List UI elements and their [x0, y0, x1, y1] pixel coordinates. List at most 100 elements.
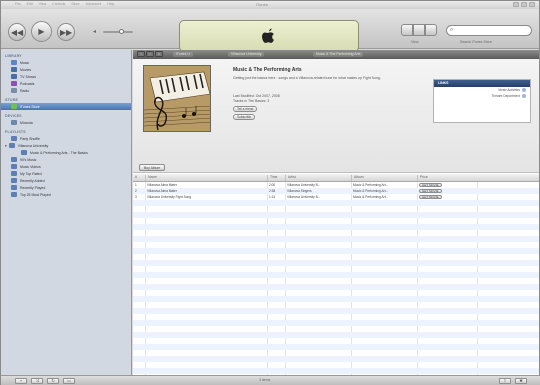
sidebar-item-recently-added[interactable]: Recently Added [1, 177, 131, 184]
show-artwork-button[interactable]: ▭ [63, 378, 75, 384]
sidebar-item-podcasts[interactable]: Podcasts [1, 80, 131, 87]
equalizer-button[interactable]: ≡ [499, 378, 511, 384]
coverflow-view-button[interactable] [425, 24, 437, 36]
sidebar-item-recently-played[interactable]: Recently Played [1, 184, 131, 191]
breadcrumb-itunes-u[interactable]: iTunes U [173, 52, 193, 57]
menu-item-view[interactable]: View [39, 2, 47, 6]
list-view-button[interactable] [401, 24, 413, 36]
get-movie-button[interactable]: GET MOVIE [419, 195, 442, 199]
tv-icon [11, 74, 17, 79]
folder-icon [8, 143, 15, 148]
sidebar-section-playlists: PLAYLISTS [5, 130, 26, 134]
view-switcher [401, 24, 437, 36]
maximize-button[interactable] [521, 2, 527, 7]
forward-arrow-button[interactable]: › [146, 51, 154, 57]
source-sidebar: LIBRARY Music Movies TV Shows Podcasts Radio S… [1, 50, 132, 375]
play-button[interactable]: ▶ [31, 21, 52, 42]
repeat-button[interactable]: ↻ [47, 378, 59, 384]
film-icon [11, 67, 17, 72]
sidebar-item-label: 90's Music [20, 157, 37, 162]
sidebar-item-itunes-store[interactable]: iTunes Store [1, 103, 131, 110]
smart-playlist-icon [11, 164, 17, 169]
sidebar-item-villanova-university[interactable]: ▾ Villanova University [1, 142, 131, 149]
breadcrumb-villanova[interactable]: Villanova University [228, 52, 265, 57]
arrow-circle-icon [522, 88, 526, 92]
search-label: Search iTunes Store [460, 40, 492, 44]
sidebar-item-label: Movies [20, 67, 32, 72]
get-movie-button[interactable]: GET MOVIE [419, 183, 442, 187]
back-arrow-button[interactable]: ‹ [137, 51, 145, 57]
radio-antenna-icon [11, 88, 17, 93]
sidebar-item-music-videos[interactable]: Music Videos [1, 163, 131, 170]
sidebar-item-party-shuffle[interactable]: Party Shuffle [1, 135, 131, 142]
title-bar: File Edit View Controls Store Advanced Help iT… [1, 1, 539, 9]
visualizer-button[interactable]: ✱ [515, 378, 527, 384]
sidebar-item-radio[interactable]: Radio [1, 87, 131, 94]
links-header: LINKS [434, 80, 530, 87]
minimize-button[interactable] [513, 2, 519, 7]
sidebar-item-my-top-rated[interactable]: My Top Rated [1, 170, 131, 177]
sidebar-item-label: Villanova University [17, 143, 49, 148]
add-playlist-button[interactable]: + [15, 378, 27, 384]
podcast-icon [11, 81, 17, 86]
item-count: 3 items [259, 378, 271, 382]
column-album[interactable]: Album [351, 175, 364, 181]
volume-track [103, 31, 133, 33]
sidebar-item-90-s-music[interactable]: 90's Music [1, 156, 131, 163]
buy-all-button[interactable]: Buy Album [139, 164, 166, 171]
previous-track-button[interactable]: ◀◀ [8, 23, 26, 41]
sidebar-item-label: Miranda [20, 120, 33, 125]
home-button[interactable]: ⌂ [155, 51, 163, 57]
menu-item-help[interactable]: Help [107, 2, 114, 6]
close-button[interactable] [529, 2, 535, 7]
store-navigation-bar: ‹ › ⌂ iTunes U Villanova University Musi… [133, 50, 539, 59]
smart-playlist-icon [11, 192, 17, 197]
shuffle-button[interactable]: ⤨ [31, 378, 43, 384]
music-note-icon [11, 60, 17, 65]
links-box: LINKS Music Activities Theatre Departmen… [433, 79, 531, 123]
subscribe-button[interactable]: Subscribe [233, 114, 256, 120]
tell-a-friend-button[interactable]: Tell a friend [233, 106, 258, 112]
volume-slider[interactable]: ◂ [93, 29, 139, 35]
sidebar-item-tv-shows[interactable]: TV Shows [1, 73, 131, 80]
sidebar-item-label: Music [20, 60, 30, 65]
get-movie-button[interactable]: GET MOVIE [419, 189, 442, 193]
menu-item-advanced[interactable]: Advanced [86, 2, 102, 6]
store-main-pane: ‹ › ⌂ iTunes U Villanova University Musi… [133, 50, 539, 375]
arrow-circle-icon [522, 94, 526, 98]
sidebar-section-store: STORE [5, 98, 18, 102]
sidebar-item-music[interactable]: Music [1, 59, 131, 66]
sidebar-item-label: iTunes Store [20, 104, 40, 109]
sidebar-item-miranda[interactable]: Miranda [1, 119, 131, 126]
disclosure-triangle-icon[interactable]: ▾ [5, 144, 7, 148]
link-theatre-department[interactable]: Theatre Department [434, 93, 530, 99]
search-input[interactable]: ⌕ [446, 25, 532, 36]
itunes-window: File Edit View Controls Store Advanced Help iT… [0, 0, 540, 385]
volume-knob[interactable] [119, 29, 124, 34]
column-time[interactable]: Time [267, 175, 277, 181]
column-artist[interactable]: Artist [285, 175, 296, 181]
sidebar-item-label: My Top Rated [20, 171, 42, 176]
sidebar-item-movies[interactable]: Movies [1, 66, 131, 73]
menu-item-store[interactable]: Store [71, 2, 79, 6]
album-artwork [143, 65, 211, 132]
smart-playlist-icon [11, 185, 17, 190]
store-nav-arrows: ‹ › ⌂ [137, 51, 163, 57]
menu-bar: File Edit View Controls Store Advanced Help [15, 2, 114, 6]
store-title: Music & The Performing Arts [233, 67, 302, 73]
menu-item-controls[interactable]: Controls [52, 2, 65, 6]
track-table-header: # Name Time Artist Album Price [133, 174, 539, 182]
menu-item-edit[interactable]: Edit [27, 2, 33, 6]
column-price[interactable]: Price [417, 175, 428, 181]
album-view-button[interactable] [413, 24, 425, 36]
menu-item-file[interactable]: File [15, 2, 21, 6]
sidebar-item-music-performing-arts-the-basics[interactable]: Music & Performing Arts - The Basics [1, 149, 131, 156]
sidebar-section-library: LIBRARY [5, 54, 22, 58]
column-number[interactable]: # [133, 175, 137, 181]
speaker-icon: ◂ [93, 29, 97, 35]
next-track-button[interactable]: ▶▶ [57, 23, 75, 41]
breadcrumb-music-performing-arts[interactable]: Music & The Performing Arts [313, 52, 364, 57]
sidebar-item-top-25-most-played[interactable]: Top 25 Most Played [1, 191, 131, 198]
column-name[interactable]: Name [145, 175, 157, 181]
sidebar-item-label: Radio [20, 88, 30, 93]
